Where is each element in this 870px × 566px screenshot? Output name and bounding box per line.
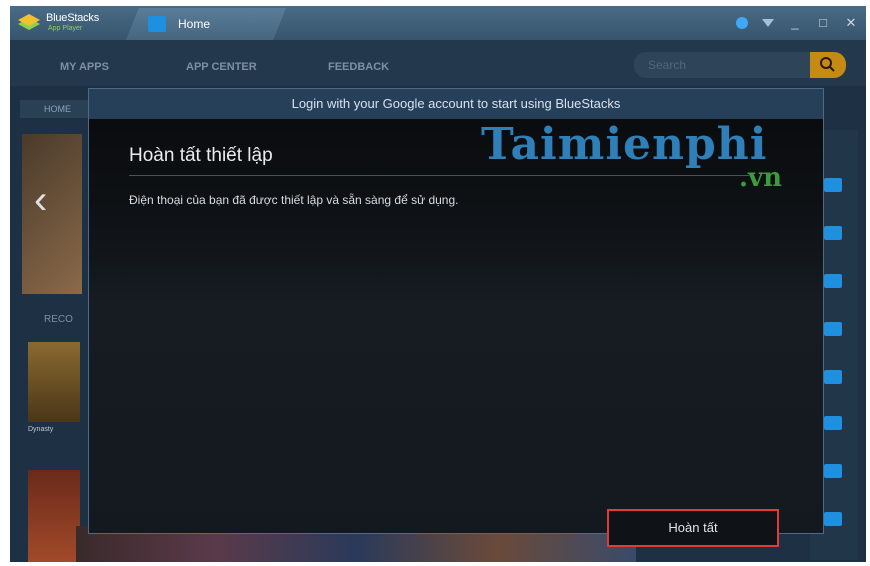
nav-app-center[interactable]: APP CENTER: [186, 61, 257, 73]
app-thumbnail[interactable]: [28, 470, 80, 562]
app-thumbnail[interactable]: [28, 342, 80, 422]
dialog-message: Điện thoại của bạn đã được thiết lập và …: [129, 193, 459, 207]
close-icon[interactable]: ✕: [844, 16, 858, 30]
signal-icon[interactable]: [762, 19, 774, 27]
dialog-header: Login with your Google account to start …: [89, 89, 823, 119]
app-thumbnail-caption: Dynasty: [28, 426, 54, 433]
dialog-heading: Hoàn tất thiết lập: [129, 145, 273, 166]
tab-home-label: Home: [178, 17, 211, 31]
nav-my-apps[interactable]: MY APPS: [60, 61, 109, 73]
tab-home[interactable]: Home: [126, 8, 286, 40]
search-button[interactable]: [810, 52, 846, 78]
title-bar: BlueStacks App Player Home _ □ ✕: [10, 6, 866, 40]
download-icon[interactable]: [824, 226, 842, 240]
search-input[interactable]: Search: [634, 52, 810, 78]
finish-button[interactable]: Hoàn tất: [607, 509, 779, 547]
divider: [129, 175, 749, 176]
download-icon[interactable]: [824, 416, 842, 430]
download-icon[interactable]: [824, 370, 842, 384]
download-icon[interactable]: [824, 274, 842, 288]
minimize-icon[interactable]: _: [788, 16, 802, 30]
account-icon[interactable]: [736, 17, 748, 29]
chevron-left-icon[interactable]: ‹: [34, 178, 47, 223]
nav-feedback[interactable]: FEEDBACK: [328, 61, 389, 73]
watermark-logo: Taimienphi: [481, 119, 768, 170]
maximize-icon[interactable]: □: [816, 16, 830, 30]
download-icon[interactable]: [824, 178, 842, 192]
download-icon[interactable]: [824, 464, 842, 478]
watermark-logo-suffix: .vn: [739, 163, 783, 193]
window-controls: _ □ ✕: [736, 14, 858, 32]
search-icon: [820, 57, 835, 72]
nav-bar: MY APPS APP CENTER FEEDBACK Search: [10, 40, 866, 86]
featured-carousel[interactable]: [22, 134, 82, 294]
dialog-body: Hoàn tất thiết lập Điện thoại của bạn đã…: [89, 119, 823, 547]
search-placeholder: Search: [648, 58, 687, 72]
recommended-label: RECO: [44, 314, 73, 325]
download-icon[interactable]: [824, 512, 842, 526]
logo-title: BlueStacks: [46, 12, 100, 24]
home-icon: [148, 16, 166, 32]
bluestacks-window: BlueStacks App Player Home _ □ ✕ MY APPS…: [10, 6, 866, 562]
logo-subtitle: App Player: [48, 25, 83, 32]
bluestacks-logo: BlueStacks App Player: [14, 10, 122, 36]
bluestacks-logo-icon: [18, 14, 40, 30]
download-icon[interactable]: [824, 322, 842, 336]
google-login-dialog: Login with your Google account to start …: [88, 88, 824, 547]
